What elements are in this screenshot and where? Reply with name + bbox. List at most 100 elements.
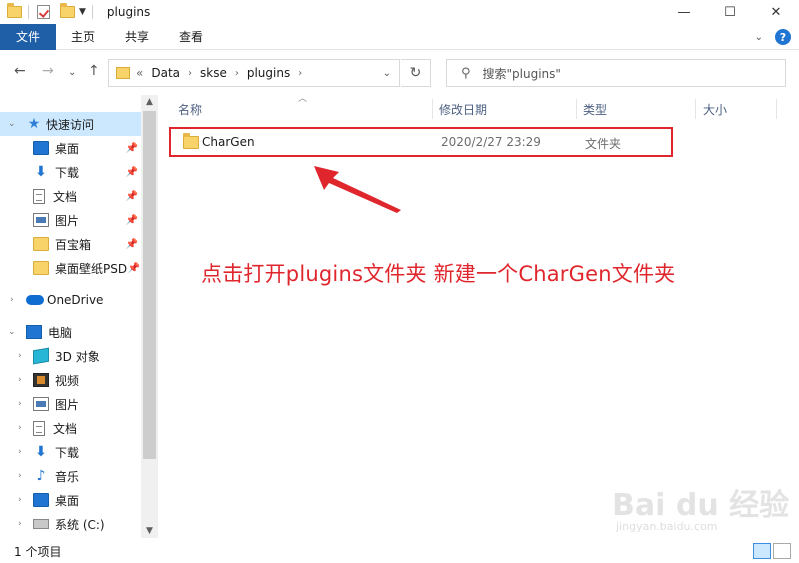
chevron-right-icon[interactable]: › bbox=[18, 471, 22, 481]
sidebar-item-label: 音乐 bbox=[55, 469, 80, 484]
pin-icon[interactable]: 📌 bbox=[126, 167, 138, 178]
document-icon bbox=[33, 188, 45, 204]
new-folder-icon[interactable] bbox=[60, 3, 75, 18]
tab-view[interactable]: 查看 bbox=[164, 24, 218, 50]
file-row-chargen[interactable]: CharGen 2020/2/27 23:29 文件夹 bbox=[169, 127, 673, 157]
forward-arrow-icon[interactable]: → bbox=[42, 63, 54, 79]
tab-share[interactable]: 共享 bbox=[110, 24, 164, 50]
column-divider[interactable] bbox=[776, 99, 777, 119]
breadcrumb-skse[interactable]: skse bbox=[200, 66, 227, 80]
sidebar-item-pc-pictures[interactable]: › 图片 bbox=[0, 392, 141, 416]
view-toggle bbox=[753, 543, 791, 559]
pin-icon[interactable]: 📌 bbox=[126, 191, 138, 202]
chevron-right-icon[interactable]: › bbox=[18, 519, 22, 529]
breadcrumb-data[interactable]: Data bbox=[151, 66, 180, 80]
column-divider[interactable] bbox=[695, 99, 696, 119]
pin-icon[interactable]: 📌 bbox=[128, 263, 140, 274]
sidebar-item-3d-objects[interactable]: › 3D 对象 bbox=[0, 344, 141, 368]
column-header-type[interactable]: 类型 bbox=[583, 95, 607, 123]
back-arrow-icon[interactable]: ← bbox=[14, 63, 26, 79]
sidebar-item-baibaoxiang[interactable]: 百宝箱 📌 bbox=[0, 232, 141, 256]
column-divider[interactable] bbox=[432, 99, 433, 119]
tab-home[interactable]: 主页 bbox=[56, 24, 110, 50]
chevron-down-icon[interactable]: ⌄ bbox=[8, 119, 16, 129]
tab-file[interactable]: 文件 bbox=[0, 23, 56, 50]
ribbon-right-controls: ⌄ ? bbox=[755, 24, 791, 50]
sidebar-item-onedrive[interactable]: › OneDrive bbox=[0, 288, 141, 312]
sidebar-item-pc-downloads[interactable]: › ⬇ 下载 bbox=[0, 440, 141, 464]
sidebar-item-downloads[interactable]: ⬇ 下载 📌 bbox=[0, 160, 141, 184]
large-icons-view-icon[interactable] bbox=[773, 543, 791, 559]
folder-icon bbox=[33, 237, 49, 251]
column-header-size[interactable]: 大小 bbox=[703, 95, 727, 123]
sidebar-item-label: 下载 bbox=[55, 165, 80, 180]
scroll-down-icon[interactable]: ▼ bbox=[141, 526, 158, 536]
recent-locations-icon[interactable]: ⌄ bbox=[68, 67, 76, 78]
window-controls: — ☐ ✕ bbox=[661, 0, 799, 24]
scrollbar-thumb[interactable] bbox=[143, 111, 156, 459]
sidebar-item-label: 3D 对象 bbox=[55, 349, 100, 364]
search-box[interactable]: ⚲ 搜索"plugins" bbox=[446, 59, 786, 87]
file-name[interactable]: CharGen bbox=[202, 135, 255, 149]
sidebar-item-pc-desktop[interactable]: › 桌面 bbox=[0, 488, 141, 512]
scroll-up-icon[interactable]: ▲ bbox=[141, 97, 158, 107]
address-bar[interactable]: « Data › skse › plugins › ⌄ bbox=[108, 59, 400, 87]
sidebar-item-videos[interactable]: › 视频 bbox=[0, 368, 141, 392]
details-view-icon[interactable] bbox=[753, 543, 771, 559]
sidebar-item-label: 下载 bbox=[55, 445, 80, 460]
sidebar-item-wallpaper-psd[interactable]: 桌面壁纸PSD 📌 bbox=[0, 256, 141, 280]
address-overflow[interactable]: « bbox=[136, 66, 143, 80]
download-arrow-icon: ⬇ bbox=[35, 444, 47, 460]
chevron-right-icon[interactable]: › bbox=[235, 68, 239, 79]
pin-icon[interactable]: 📌 bbox=[126, 143, 138, 154]
sidebar-item-label: 桌面壁纸PSD bbox=[55, 261, 128, 276]
chevron-down-icon[interactable]: ⌄ bbox=[8, 327, 16, 337]
chevron-right-icon[interactable]: › bbox=[188, 68, 192, 79]
item-count: 1 个项目 bbox=[14, 544, 62, 559]
properties-check-icon[interactable] bbox=[37, 5, 50, 19]
navigation-scrollbar[interactable]: ▲ ▼ bbox=[141, 95, 158, 538]
pin-icon[interactable]: 📌 bbox=[126, 239, 138, 250]
refresh-button[interactable]: ↻ bbox=[401, 59, 431, 87]
quick-access-toolbar-dropdown-icon[interactable]: ▼ bbox=[79, 7, 86, 17]
close-button[interactable]: ✕ bbox=[753, 0, 799, 24]
chevron-right-icon[interactable]: › bbox=[10, 295, 14, 305]
address-dropdown-icon[interactable]: ⌄ bbox=[383, 68, 391, 79]
chevron-right-icon[interactable]: › bbox=[18, 399, 22, 409]
sidebar-item-desktop[interactable]: 桌面 📌 bbox=[0, 136, 141, 160]
folder-icon bbox=[183, 133, 199, 149]
help-icon[interactable]: ? bbox=[775, 29, 791, 45]
breadcrumb-plugins[interactable]: plugins bbox=[247, 66, 290, 80]
folder-app-icon bbox=[7, 3, 22, 18]
sidebar-item-label: 系统 (C:) bbox=[55, 517, 105, 532]
column-divider[interactable] bbox=[576, 99, 577, 119]
sidebar-item-label: 文档 bbox=[53, 189, 78, 204]
chevron-right-icon[interactable]: › bbox=[18, 423, 22, 433]
pin-icon[interactable]: 📌 bbox=[126, 215, 138, 226]
annotation-text: 点击打开plugins文件夹 新建一个CharGen文件夹 bbox=[201, 262, 676, 286]
desktop-icon bbox=[33, 141, 49, 155]
sidebar-item-system-drive[interactable]: › 系统 (C:) bbox=[0, 512, 141, 536]
chevron-right-icon[interactable]: › bbox=[18, 351, 22, 361]
search-input[interactable]: 搜索"plugins" bbox=[483, 65, 561, 82]
column-header-modified[interactable]: 修改日期 bbox=[439, 95, 487, 123]
chevron-right-icon[interactable]: › bbox=[18, 447, 22, 457]
sidebar-item-quick-access[interactable]: ⌄ ★ 快速访问 bbox=[0, 112, 141, 136]
chevron-right-icon[interactable]: › bbox=[18, 375, 22, 385]
maximize-button[interactable]: ☐ bbox=[707, 0, 753, 24]
sidebar-item-label: 电脑 bbox=[48, 325, 73, 340]
sidebar-item-pictures[interactable]: 图片 📌 bbox=[0, 208, 141, 232]
sidebar-item-this-pc[interactable]: ⌄ 电脑 bbox=[0, 320, 141, 344]
ribbon-collapse-icon[interactable]: ⌄ bbox=[755, 32, 763, 43]
status-bar: 1 个项目 bbox=[0, 539, 799, 563]
column-header-name[interactable]: 名称 bbox=[178, 95, 202, 123]
cloud-icon bbox=[26, 295, 44, 305]
sidebar-item-pc-documents[interactable]: › 文档 bbox=[0, 416, 141, 440]
sidebar-item-music[interactable]: › ♪ 音乐 bbox=[0, 464, 141, 488]
chevron-right-icon[interactable]: › bbox=[18, 495, 22, 505]
minimize-button[interactable]: — bbox=[661, 0, 707, 24]
up-arrow-icon[interactable]: ↑ bbox=[88, 63, 100, 79]
window-title: plugins bbox=[106, 5, 151, 19]
chevron-right-icon[interactable]: › bbox=[298, 68, 302, 79]
sidebar-item-documents[interactable]: 文档 📌 bbox=[0, 184, 141, 208]
